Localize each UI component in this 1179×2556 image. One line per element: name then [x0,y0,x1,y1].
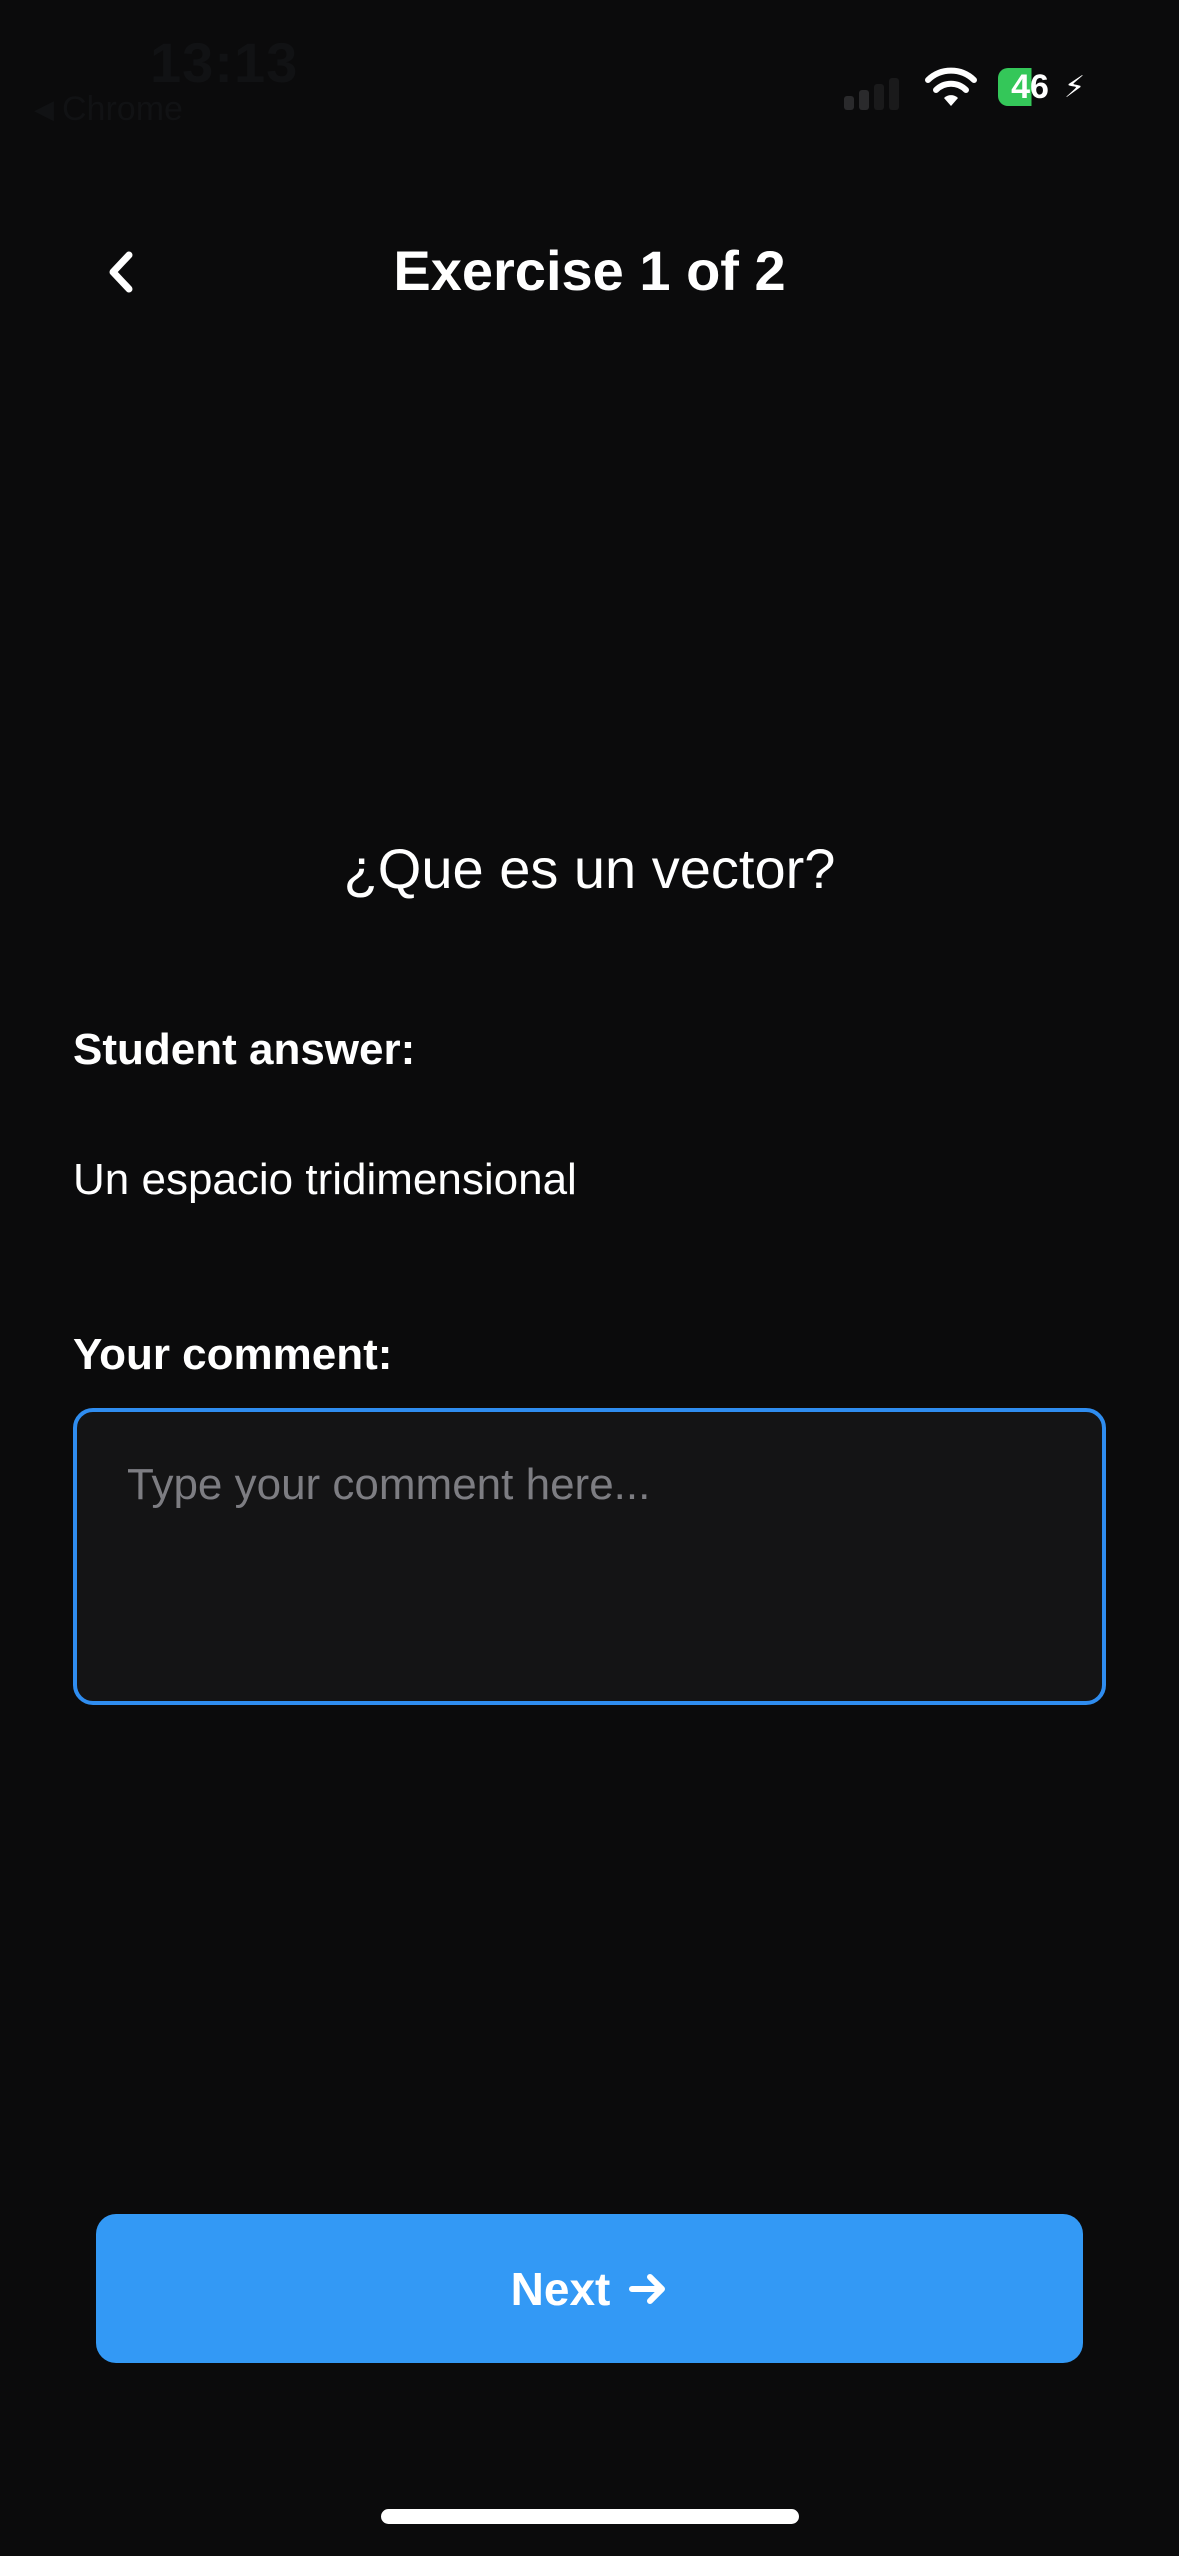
charging-bolt-icon: ⚡ [1064,70,1086,104]
comment-field-container [73,1408,1106,1705]
battery-charging-icon: 46 ⚡ [998,68,1085,106]
exercise-question: ¿Que es un vector? [343,837,836,900]
status-time: 13:13 [150,31,299,94]
header: Exercise 1 of 2 [0,220,1179,330]
student-answer-label: Student answer: [73,1025,416,1074]
cellular-signal-icon [844,78,900,110]
status-bar: 13:13 ◀ Chrome 46 ⚡ [0,0,1179,140]
battery-level: 46 [998,68,1062,106]
next-button-label: Next [510,2262,611,2315]
arrow-right-icon [629,2273,666,2304]
comment-input[interactable] [77,1412,1102,1701]
back-app-label: Chrome [62,90,183,128]
next-button[interactable]: Next [96,2214,1083,2363]
back-triangle-icon: ◀ [34,94,54,124]
comment-label: Your comment: [73,1330,393,1379]
wifi-icon [925,67,977,106]
page-title: Exercise 1 of 2 [393,239,786,302]
student-answer-text: Un espacio tridimensional [73,1155,577,1204]
back-to-app-link[interactable]: ◀ Chrome [34,90,183,129]
home-indicator[interactable] [381,2509,799,2524]
